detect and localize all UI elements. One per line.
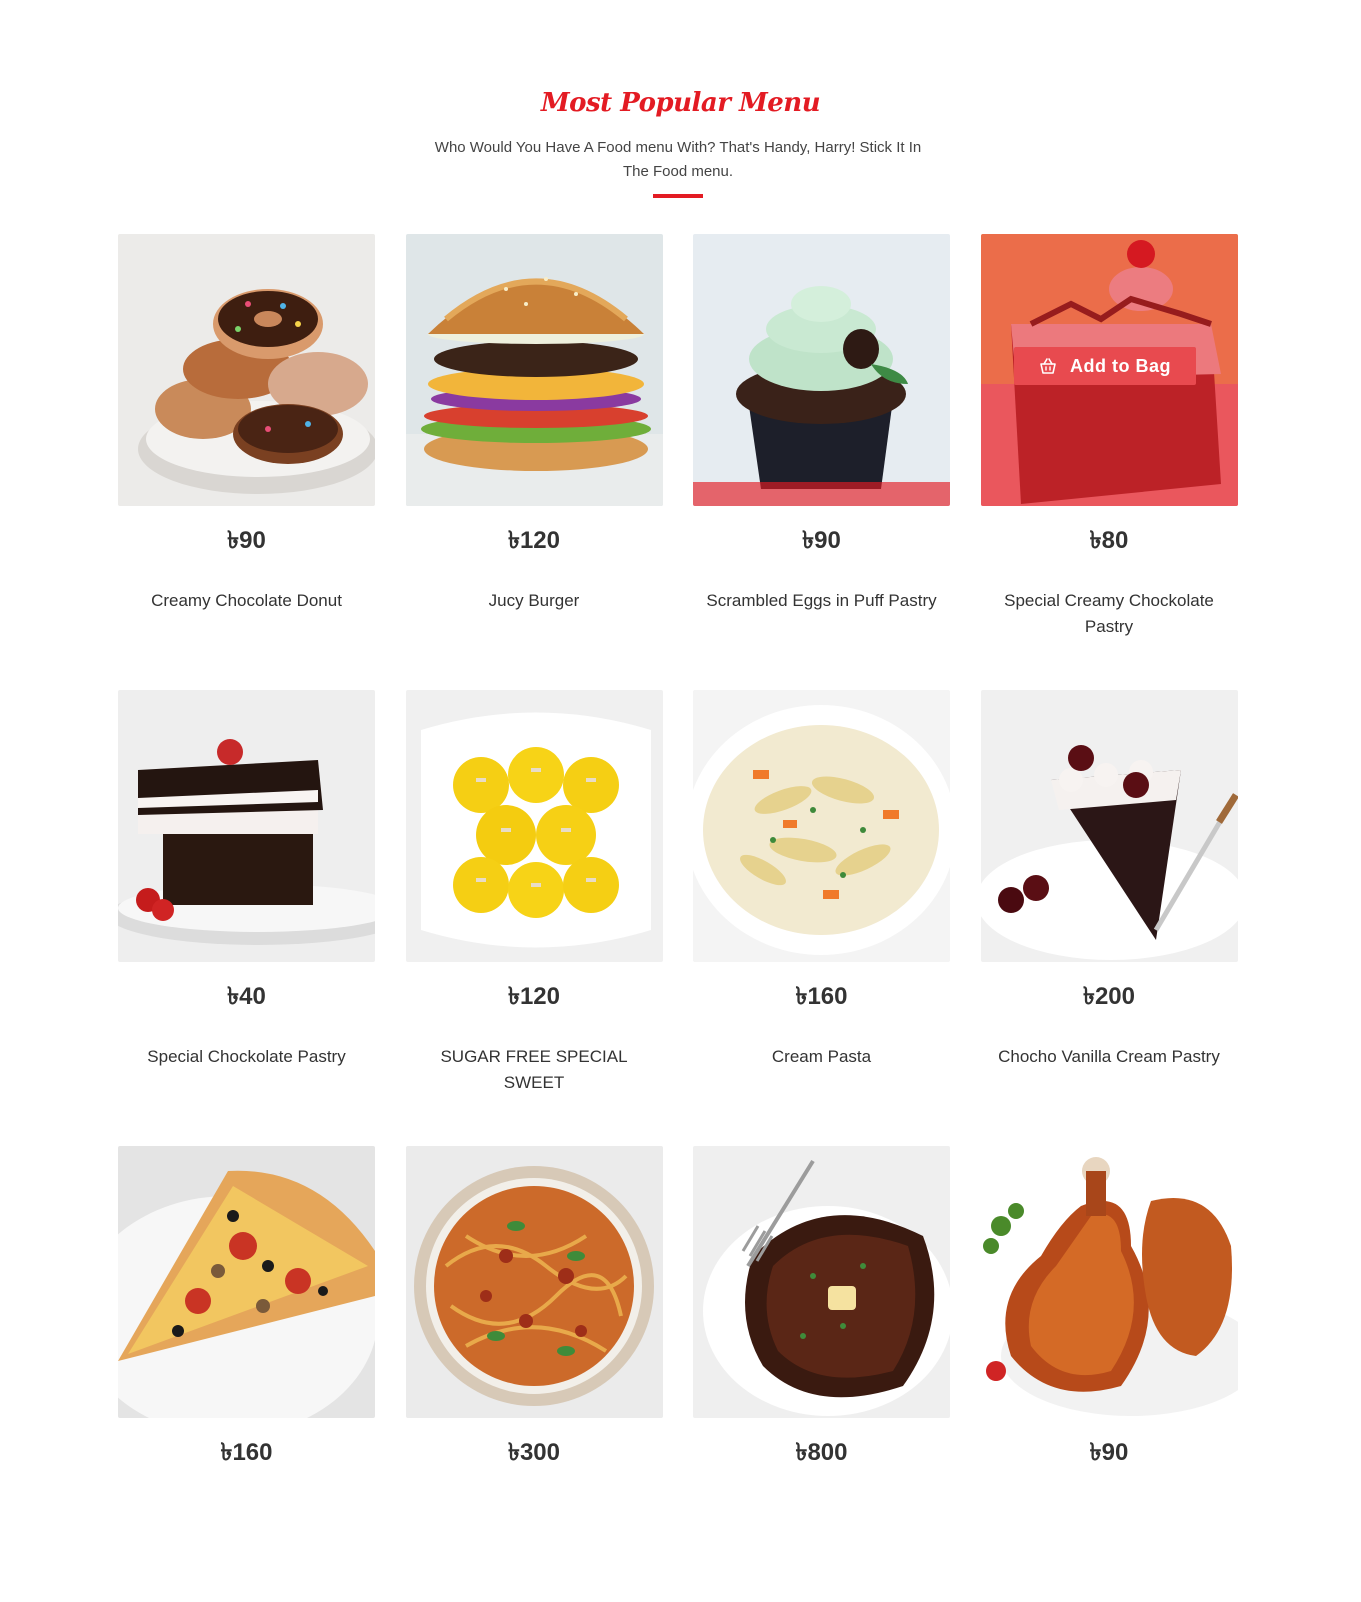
price-value: 300 — [519, 1439, 560, 1466]
donut-image[interactable] — [118, 234, 375, 506]
currency-symbol: ৳ — [220, 1439, 233, 1466]
price-value: 160 — [232, 1439, 273, 1466]
menu-card[interactable]: ৳200 Chocho Vanilla Cream Pastry — [980, 690, 1238, 1146]
price-label: ৳120 — [406, 526, 663, 556]
currency-symbol: ৳ — [795, 983, 808, 1010]
menu-card[interactable]: ৳300 — [405, 1146, 663, 1602]
price-label: ৳40 — [118, 982, 375, 1012]
currency-symbol: ৳ — [227, 527, 240, 554]
price-value: 120 — [519, 527, 560, 554]
price-label: ৳90 — [118, 526, 375, 556]
currency-symbol: ৳ — [1082, 983, 1095, 1010]
menu-grid: ৳90 Creamy Chocolate Donut ৳120 Jucy Bur… — [118, 234, 1238, 1602]
currency-symbol: ৳ — [1089, 527, 1102, 554]
menu-card[interactable]: ৳40 Special Chockolate Pastry — [118, 690, 375, 1146]
price-label: ৳80 — [981, 526, 1238, 556]
item-name[interactable]: Creamy Chocolate Donut — [127, 588, 367, 614]
price-value: 90 — [814, 527, 841, 554]
price-value: 90 — [239, 527, 266, 554]
spaghetti-image[interactable] — [405, 1146, 663, 1418]
currency-symbol: ৳ — [507, 527, 520, 554]
item-name[interactable]: Chocho Vanilla Cream Pastry — [989, 1044, 1229, 1070]
price-value: 160 — [807, 983, 848, 1010]
menu-card[interactable]: ৳120 SUGAR FREE SPECIAL SWEET — [405, 690, 663, 1146]
add-to-bag-label: Add to Bag — [1070, 355, 1171, 376]
menu-card[interactable]: ৳90 Creamy Chocolate Donut — [118, 234, 375, 690]
menu-card[interactable]: Add to Bag ৳80 Special Creamy Chockolate… — [980, 234, 1238, 690]
cake-slice-image[interactable]: Add to Bag — [980, 234, 1238, 506]
price-value: 40 — [239, 983, 266, 1010]
menu-card[interactable]: ৳120 Jucy Burger — [405, 234, 663, 690]
hover-slide-bar — [693, 482, 950, 506]
chicken-legs-image[interactable] — [980, 1146, 1238, 1418]
add-to-bag-button[interactable]: Add to Bag — [1013, 347, 1196, 385]
price-label: ৳300 — [406, 1438, 663, 1468]
menu-card[interactable]: ৳90 — [980, 1146, 1238, 1602]
steak-image[interactable] — [693, 1146, 950, 1418]
price-value: 80 — [1101, 527, 1129, 554]
price-label: ৳200 — [981, 982, 1238, 1012]
burger-image[interactable] — [405, 234, 663, 506]
menu-card[interactable]: ৳800 — [693, 1146, 950, 1602]
chocolate-cake-image[interactable] — [118, 690, 375, 962]
price-label: ৳800 — [693, 1438, 950, 1468]
black-forest-cake-image[interactable] — [980, 690, 1238, 962]
price-label: ৳160 — [693, 982, 950, 1012]
price-label: ৳90 — [981, 1438, 1238, 1468]
currency-symbol: ৳ — [802, 527, 815, 554]
section-subtitle: Who Would You Have A Food menu With? Tha… — [434, 139, 922, 180]
currency-symbol: ৳ — [795, 1439, 808, 1466]
currency-symbol: ৳ — [1089, 1439, 1102, 1466]
price-label: ৳160 — [118, 1438, 375, 1468]
item-name[interactable]: Special Creamy Chockolate Pastry — [989, 588, 1229, 640]
menu-card[interactable]: ৳160 — [118, 1146, 375, 1602]
item-name[interactable]: Cream Pasta — [702, 1044, 942, 1070]
item-name[interactable]: Jucy Burger — [414, 588, 654, 614]
price-value: 120 — [519, 983, 560, 1010]
menu-card[interactable]: ৳90 Scrambled Eggs in Puff Pastry — [693, 234, 950, 690]
price-label: ৳120 — [406, 982, 663, 1012]
sweets-image[interactable] — [405, 690, 663, 962]
basket-icon — [1040, 358, 1056, 374]
section-title: Most Popular Menu — [540, 88, 821, 118]
price-value: 200 — [1094, 983, 1135, 1010]
item-name[interactable]: Special Chockolate Pastry — [127, 1044, 367, 1070]
currency-symbol: ৳ — [507, 1439, 520, 1466]
currency-symbol: ৳ — [507, 983, 520, 1010]
pasta-bowl-image[interactable] — [693, 690, 950, 962]
pizza-slice-image[interactable] — [118, 1146, 375, 1418]
item-name[interactable]: Scrambled Eggs in Puff Pastry — [702, 588, 942, 614]
price-label: ৳90 — [693, 526, 950, 556]
cupcake-image[interactable] — [693, 234, 950, 506]
price-value: 90 — [1101, 1439, 1129, 1466]
item-name[interactable]: SUGAR FREE SPECIAL SWEET — [414, 1044, 654, 1096]
price-value: 800 — [807, 1439, 848, 1466]
currency-symbol: ৳ — [227, 983, 240, 1010]
menu-card[interactable]: ৳160 Cream Pasta — [693, 690, 950, 1146]
title-underline — [653, 194, 703, 198]
